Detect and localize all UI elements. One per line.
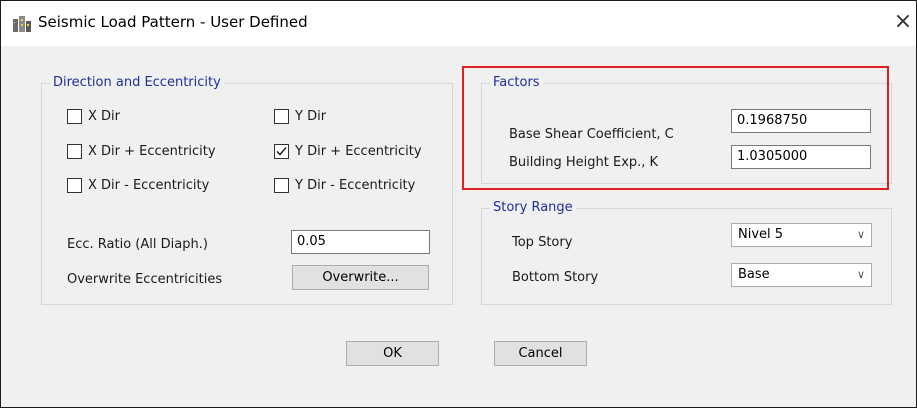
bottom-story-label: Bottom Story — [512, 270, 599, 285]
checkbox-box[interactable] — [67, 109, 82, 124]
bottom-story-select[interactable]: Base ∨ — [731, 263, 872, 287]
checkbox-x-dir-plus-ecc[interactable]: X Dir + Eccentricity — [67, 144, 216, 159]
checkbox-label: Y Dir — [295, 109, 327, 124]
checkbox-label: Y Dir - Eccentricity — [295, 178, 416, 193]
app-icon — [13, 16, 31, 32]
building-height-exp-input[interactable]: 1.0305000 — [731, 145, 871, 169]
group-title-factors: Factors — [490, 75, 543, 91]
cancel-button[interactable]: Cancel — [494, 341, 587, 366]
ecc-ratio-label: Ecc. Ratio (All Diaph.) — [67, 237, 208, 252]
checkbox-y-dir-plus-ecc[interactable]: Y Dir + Eccentricity — [274, 144, 422, 159]
seismic-load-pattern-dialog: Seismic Load Pattern - User Defined × Di… — [0, 0, 917, 408]
top-story-value: Nivel 5 — [738, 227, 784, 242]
checkbox-label: X Dir + Eccentricity — [88, 144, 216, 159]
ecc-ratio-input[interactable]: 0.05 — [291, 230, 430, 254]
building-height-exp-label: Building Height Exp., K — [509, 155, 659, 170]
checkbox-label: X Dir - Eccentricity — [88, 178, 210, 193]
chevron-down-icon: ∨ — [856, 268, 865, 281]
checkmark-icon — [276, 147, 287, 156]
ok-button[interactable]: OK — [346, 341, 439, 366]
checkbox-box[interactable] — [274, 109, 289, 124]
title-bar: Seismic Load Pattern - User Defined × — [1, 1, 916, 46]
bottom-story-value: Base — [738, 267, 770, 282]
group-title-story-range: Story Range — [490, 200, 576, 216]
window-title: Seismic Load Pattern - User Defined — [38, 13, 308, 31]
checkbox-y-dir-minus-ecc[interactable]: Y Dir - Eccentricity — [274, 178, 415, 193]
top-story-select[interactable]: Nivel 5 ∨ — [731, 223, 872, 247]
checkbox-box[interactable] — [274, 178, 289, 193]
checkbox-box[interactable] — [67, 144, 82, 159]
top-story-label: Top Story — [512, 235, 573, 250]
checkbox-box[interactable] — [67, 178, 82, 193]
checkbox-label: X Dir — [88, 109, 121, 124]
group-title-direction: Direction and Eccentricity — [50, 75, 224, 91]
base-shear-coefficient-label: Base Shear Coefficient, C — [509, 127, 674, 142]
overwrite-eccentricities-label: Overwrite Eccentricities — [67, 272, 223, 287]
checkbox-x-dir-minus-ecc[interactable]: X Dir - Eccentricity — [67, 178, 209, 193]
close-icon[interactable]: × — [890, 7, 916, 37]
checkbox-label: Y Dir + Eccentricity — [295, 144, 422, 159]
base-shear-coefficient-input[interactable]: 0.1968750 — [731, 109, 871, 133]
overwrite-button[interactable]: Overwrite... — [292, 265, 429, 290]
chevron-down-icon: ∨ — [856, 228, 865, 241]
checkbox-box[interactable] — [274, 144, 289, 159]
checkbox-x-dir[interactable]: X Dir — [67, 109, 120, 124]
checkbox-y-dir[interactable]: Y Dir — [274, 109, 326, 124]
